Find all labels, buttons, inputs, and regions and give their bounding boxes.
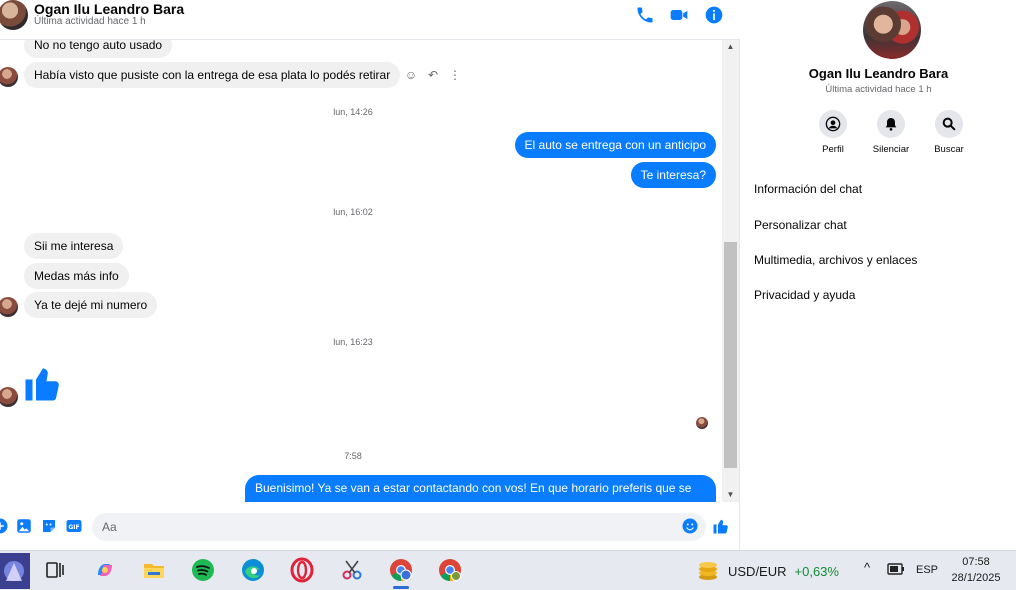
chrome-active-indicator: [393, 586, 409, 589]
spotify-icon[interactable]: [190, 557, 216, 583]
snipping-tool-icon[interactable]: [339, 557, 365, 583]
menu-privacy-help[interactable]: Privacidad y ayuda: [754, 288, 855, 302]
mute-label: Silenciar: [872, 144, 910, 155]
chrome-profile-icon[interactable]: [437, 557, 463, 583]
chat-details-panel: Ogan Ilu Leandro Bara Última actividad h…: [741, 0, 1016, 550]
profile-button[interactable]: Perfil: [805, 110, 861, 155]
profile-photo[interactable]: [863, 1, 921, 59]
read-receipt-avatar: [696, 417, 708, 429]
contact-avatar-small: [0, 297, 18, 317]
clock-date: 28/1/2025: [951, 572, 1001, 584]
clock[interactable]: 07:58 28/1/2025: [944, 554, 1008, 586]
svg-text:GIF: GIF: [68, 524, 79, 531]
contact-avatar-small: [0, 387, 18, 407]
currency-change: +0,63%: [794, 563, 839, 579]
chrome-icon[interactable]: [388, 557, 414, 583]
message-outgoing[interactable]: Te interesa?: [630, 162, 716, 188]
reply-icon[interactable]: ↶: [426, 68, 440, 82]
network-icon[interactable]: [886, 561, 906, 580]
start-icon[interactable]: [0, 553, 30, 589]
edge-icon[interactable]: [240, 557, 266, 583]
thumbs-up-icon[interactable]: [22, 362, 64, 404]
search-button[interactable]: Buscar: [921, 110, 977, 155]
menu-media-files-links[interactable]: Multimedia, archivos y enlaces: [754, 253, 917, 267]
contact-name[interactable]: Ogan Ilu Leandro Bara: [34, 1, 184, 17]
sticker-icon[interactable]: [40, 517, 58, 535]
contact-status: Última actividad hace 1 h: [34, 16, 146, 27]
info-icon[interactable]: [704, 5, 724, 25]
message-incoming[interactable]: Había visto que pusiste con la entrega d…: [24, 62, 401, 88]
windows-taskbar: USD/EUR +0,63% ^ ESP 07:58 28/1/2025: [0, 550, 1016, 590]
message-scrollbar[interactable]: ▲ ▼: [722, 40, 739, 502]
more-options-icon[interactable]: ⋮: [448, 68, 462, 82]
timestamp: lun, 16:23: [333, 337, 373, 347]
panel-contact-name: Ogan Ilu Leandro Bara: [808, 66, 949, 81]
gif-icon[interactable]: GIF: [65, 517, 83, 535]
scroll-thumb[interactable]: [724, 242, 737, 468]
scroll-down-arrow-icon[interactable]: ▼: [722, 488, 739, 502]
message-list[interactable]: No no tengo auto usado Había visto que p…: [0, 40, 722, 502]
message-incoming[interactable]: Medas más info: [24, 263, 129, 289]
search-icon: [942, 117, 956, 131]
chat-header: Ogan Ilu Leandro Bara Última actividad h…: [0, 0, 740, 40]
mute-button[interactable]: Silenciar: [863, 110, 919, 155]
opera-icon[interactable]: [289, 557, 315, 583]
copilot-icon[interactable]: [92, 557, 118, 583]
contact-avatar-small: [0, 67, 18, 87]
profile-icon: [825, 116, 841, 132]
currency-pair: USD/EUR: [728, 563, 787, 579]
timestamp: 7:58: [344, 451, 362, 461]
emoji-icon[interactable]: [681, 517, 699, 535]
show-hidden-icons-icon[interactable]: ^: [864, 560, 870, 575]
menu-chat-info[interactable]: Información del chat: [754, 182, 862, 196]
message-incoming[interactable]: Sii me interesa: [24, 233, 124, 259]
message-input[interactable]: [92, 513, 706, 541]
message-incoming[interactable]: No no tengo auto usado: [24, 40, 173, 58]
task-view-icon[interactable]: [42, 557, 68, 583]
search-label: Buscar: [934, 144, 964, 155]
image-icon[interactable]: [15, 517, 33, 535]
message-actions: ☺ ↶ ⋮: [404, 67, 462, 83]
video-camera-icon[interactable]: [669, 5, 689, 25]
currency-widget[interactable]: USD/EUR +0,63%: [696, 559, 839, 583]
message-outgoing[interactable]: El auto se entrega con un anticipo: [514, 132, 716, 158]
message-outgoing[interactable]: Buenisimo! Ya se van a estar contactando…: [245, 475, 716, 502]
panel-contact-status: Última actividad hace 1 h: [825, 84, 932, 95]
clock-time: 07:58: [962, 556, 990, 568]
coins-icon: [699, 562, 717, 580]
composer: GIF: [0, 510, 740, 544]
messenger-app: Ogan Ilu Leandro Bara Última actividad h…: [0, 0, 1016, 550]
input-language[interactable]: ESP: [916, 564, 938, 576]
chat-panel: Ogan Ilu Leandro Bara Última actividad h…: [0, 0, 740, 550]
menu-customize-chat[interactable]: Personalizar chat: [754, 218, 847, 232]
react-emoji-icon[interactable]: ☺: [404, 68, 418, 82]
file-explorer-icon[interactable]: [141, 557, 167, 583]
contact-avatar[interactable]: [0, 0, 28, 30]
scroll-up-arrow-icon[interactable]: ▲: [722, 40, 739, 54]
phone-icon[interactable]: [635, 5, 655, 25]
message-incoming[interactable]: Ya te dejé mi numero: [24, 292, 158, 318]
plus-circle-icon[interactable]: [0, 517, 9, 535]
timestamp: lun, 16:02: [333, 207, 373, 217]
profile-label: Perfil: [822, 144, 844, 155]
bell-icon: [885, 118, 897, 131]
like-icon[interactable]: [712, 517, 730, 535]
timestamp: lun, 14:26: [333, 107, 373, 117]
